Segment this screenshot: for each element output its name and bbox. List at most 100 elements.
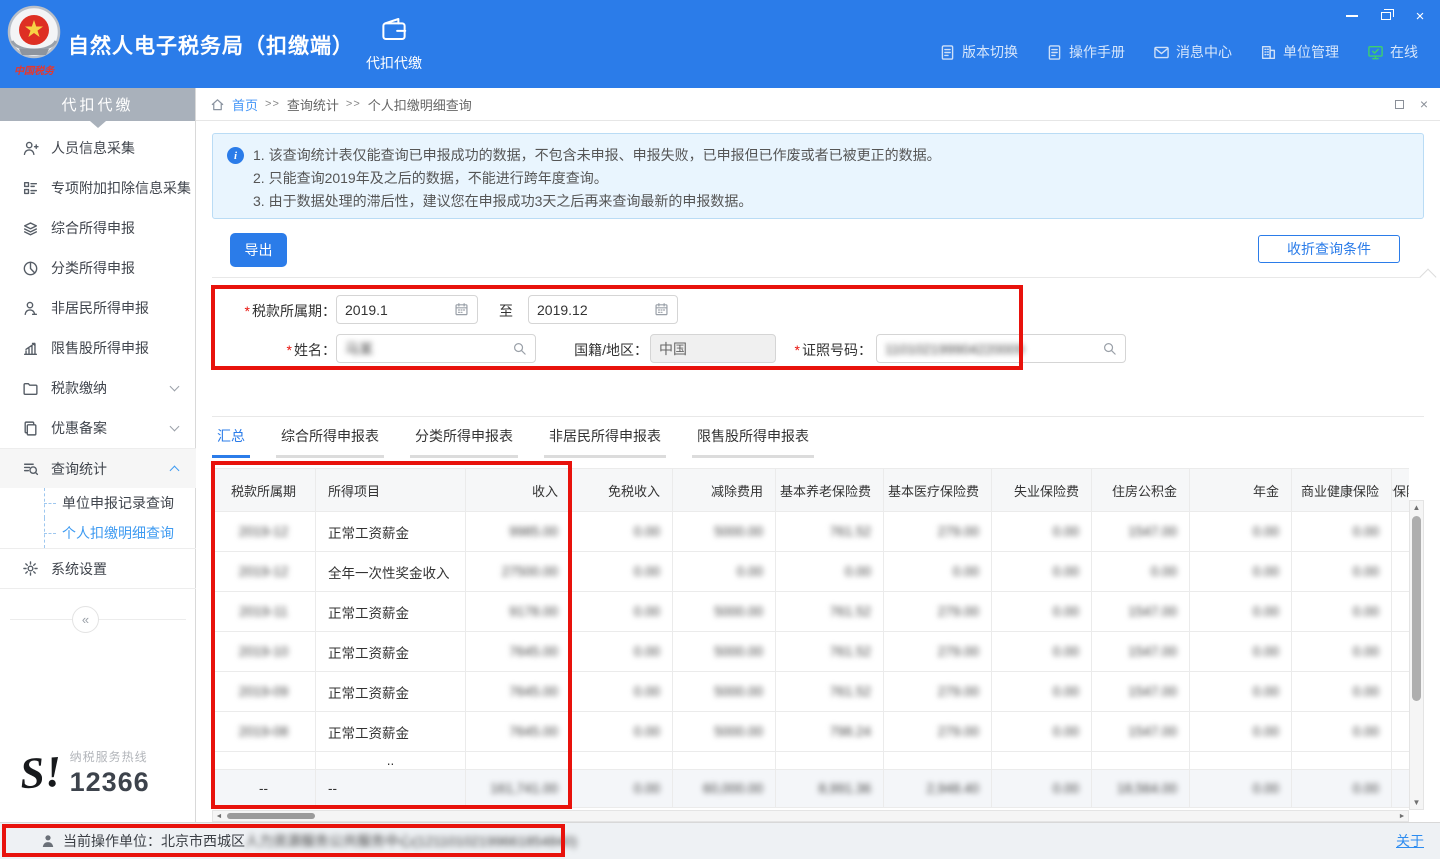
scroll-up-arrow[interactable]: ▲ — [1410, 501, 1423, 514]
scroll-down-arrow[interactable]: ▼ — [1410, 796, 1423, 809]
search-icon[interactable] — [1102, 341, 1117, 356]
period-from-input[interactable]: 2019.1 — [336, 295, 478, 324]
sidebar-item-query-statistics[interactable]: 查询统计 — [0, 448, 196, 488]
tab-comprehensive[interactable]: 综合所得申报表 — [276, 426, 384, 458]
table-cell — [1392, 672, 1409, 711]
table-cell: 7645.00 — [466, 712, 571, 751]
sidebar-subitem-unit-declare-record[interactable]: 单位申报记录查询 — [0, 488, 196, 518]
column-header-0: 税款所属期 — [212, 469, 316, 511]
table-cell: 5000.00 — [673, 632, 776, 671]
table-cell — [1392, 770, 1409, 807]
table-cell: 0.00 — [571, 770, 673, 807]
header-nav-online-label: 在线 — [1390, 42, 1418, 62]
table-cell: 1547.00 — [1092, 592, 1190, 631]
table-cell: 0.00 — [673, 552, 776, 591]
window-controls: × — [1344, 8, 1428, 24]
table-cell: 0.00 — [992, 512, 1092, 551]
window-close-button[interactable]: × — [1412, 8, 1428, 24]
table-cell: 0.00 — [1190, 592, 1292, 631]
sidebar-collapse-button[interactable]: « — [72, 606, 99, 633]
sidebar-item-nonresident-income[interactable]: 非居民所得申报 — [0, 288, 196, 328]
breadcrumb-item-0[interactable]: 首页 — [232, 95, 258, 114]
sidebar-item-tax-payment[interactable]: 税款缴纳 — [0, 368, 196, 408]
breadcrumb-item-1: 查询统计 — [287, 95, 339, 114]
special-deduction-icon — [22, 180, 39, 197]
sidebar-item-comprehensive-income[interactable]: 综合所得申报 — [0, 208, 196, 248]
table-cell — [776, 752, 884, 769]
personnel-icon — [22, 140, 39, 157]
id-number-label: *证照号码： — [780, 340, 872, 360]
header-nav-online[interactable]: 在线 — [1367, 42, 1418, 62]
current-unit-label: 当前操作单位： — [63, 831, 161, 851]
tab-restricted[interactable]: 限售股所得申报表 — [692, 426, 814, 458]
name-input[interactable]: 马某 — [336, 334, 536, 363]
window-minimize-button[interactable] — [1344, 8, 1360, 24]
nonresident-income-icon — [22, 300, 39, 317]
sidebar-item-system-settings[interactable]: 系统设置 — [0, 549, 196, 589]
table-cell: .. — [316, 752, 466, 769]
table-row: 2019-12全年一次性奖金收入27500.000.000.000.000.00… — [212, 552, 1409, 592]
notice-line-1: 1. 该查询统计表仅能查询已申报成功的数据，不包含未申报、申报失败，已申报但已作… — [253, 144, 1407, 166]
calendar-icon — [454, 302, 469, 317]
classified-income-icon — [22, 260, 39, 277]
sidebar-item-label: 非居民所得申报 — [51, 298, 149, 318]
window-restore-button[interactable] — [1378, 8, 1394, 24]
scroll-right-arrow[interactable]: ► — [1396, 811, 1408, 821]
breadcrumb-item-2: 个人扣缴明细查询 — [368, 95, 472, 114]
main-tab-withholding[interactable]: 代扣代缴 — [346, 14, 442, 73]
table-cell: 0.00 — [1190, 712, 1292, 751]
period-to-input[interactable]: 2019.12 — [528, 295, 678, 324]
pane-close-icon[interactable]: × — [1420, 97, 1428, 111]
info-icon: i — [227, 147, 244, 164]
table-cell: 正常工资薪金 — [316, 592, 466, 631]
sidebar-item-special-deduction[interactable]: 专项附加扣除信息采集 — [0, 168, 196, 208]
sidebar-item-personnel[interactable]: 人员信息采集 — [0, 128, 196, 168]
header-nav-unit[interactable]: 单位管理 — [1260, 42, 1339, 62]
header-nav-manual[interactable]: 操作手册 — [1046, 42, 1125, 62]
collapse-query-button[interactable]: 收折查询条件 — [1258, 235, 1400, 263]
notice-line-2: 2. 只能查询2019年及之后的数据，不能进行跨年度查询。 — [253, 167, 1407, 189]
sidebar-item-preferential-filing[interactable]: 优惠备案 — [0, 408, 196, 448]
sidebar-item-label: 分类所得申报 — [51, 258, 135, 278]
table-cell: 0.00 — [992, 552, 1092, 591]
horizontal-scroll-thumb[interactable] — [227, 813, 315, 819]
app-header: 中国税务 自然人电子税务局（扣缴端） 代扣代缴 版本切换操作手册消息中心单位管理… — [0, 0, 1440, 88]
table-cell — [212, 752, 316, 769]
table-cell: 1547.00 — [1092, 512, 1190, 551]
emblem-caption: 中国税务 — [2, 62, 66, 77]
table-cell: 0.00 — [1190, 672, 1292, 711]
table-cell: 279.00 — [884, 672, 992, 711]
header-nav-version[interactable]: 版本切换 — [939, 42, 1018, 62]
sidebar-item-label: 查询统计 — [51, 459, 107, 479]
sidebar-subitem-personal-withholding-detail[interactable]: 个人扣缴明细查询 — [0, 518, 196, 548]
about-link[interactable]: 关于 — [1396, 831, 1424, 851]
tab-summary[interactable]: 汇总 — [212, 426, 250, 458]
mail-icon — [1153, 44, 1170, 61]
user-icon — [40, 833, 56, 849]
tab-nonresident[interactable]: 非居民所得申报表 — [544, 426, 666, 458]
tab-classified[interactable]: 分类所得申报表 — [410, 426, 518, 458]
sidebar-menu: 人员信息采集专项附加扣除信息采集综合所得申报分类所得申报非居民所得申报限售股所得… — [0, 128, 196, 589]
table-cell: 全年一次性奖金收入 — [316, 552, 466, 591]
sidebar-item-restricted-shares[interactable]: 限售股所得申报 — [0, 328, 196, 368]
vertical-scroll-thumb[interactable] — [1412, 516, 1421, 701]
vertical-scrollbar[interactable]: ▲ ▼ — [1409, 500, 1424, 810]
horizontal-scrollbar[interactable]: ◄ ► — [212, 810, 1409, 822]
table-cell — [1092, 752, 1190, 769]
header-nav-message[interactable]: 消息中心 — [1153, 42, 1232, 62]
column-header-2: 收入 — [466, 469, 571, 511]
scroll-left-arrow[interactable]: ◄ — [213, 811, 225, 821]
table-cell: 279.00 — [884, 512, 992, 551]
pane-maximize-icon[interactable] — [1395, 100, 1404, 109]
chevron-down-icon — [170, 382, 180, 392]
table-cell: 1547.00 — [1092, 712, 1190, 751]
search-icon[interactable] — [512, 341, 527, 356]
query-filter-panel: *税款所属期： 2019.1 至 2019.12 *姓名： 马某 国籍/地区： … — [212, 277, 1424, 417]
export-button[interactable]: 导出 — [230, 233, 287, 267]
name-label: *姓名： — [212, 340, 336, 360]
id-number-input[interactable]: 110102199904220009 — [876, 334, 1126, 363]
content-pane: 首页>>查询统计>>个人扣缴明细查询 × i 1. 该查询统计表仅能查询已申报成… — [196, 88, 1440, 822]
sidebar-item-classified-income[interactable]: 分类所得申报 — [0, 248, 196, 288]
pane-controls: × — [1395, 97, 1428, 111]
current-unit-visible: 北京市西城区 — [161, 831, 245, 851]
